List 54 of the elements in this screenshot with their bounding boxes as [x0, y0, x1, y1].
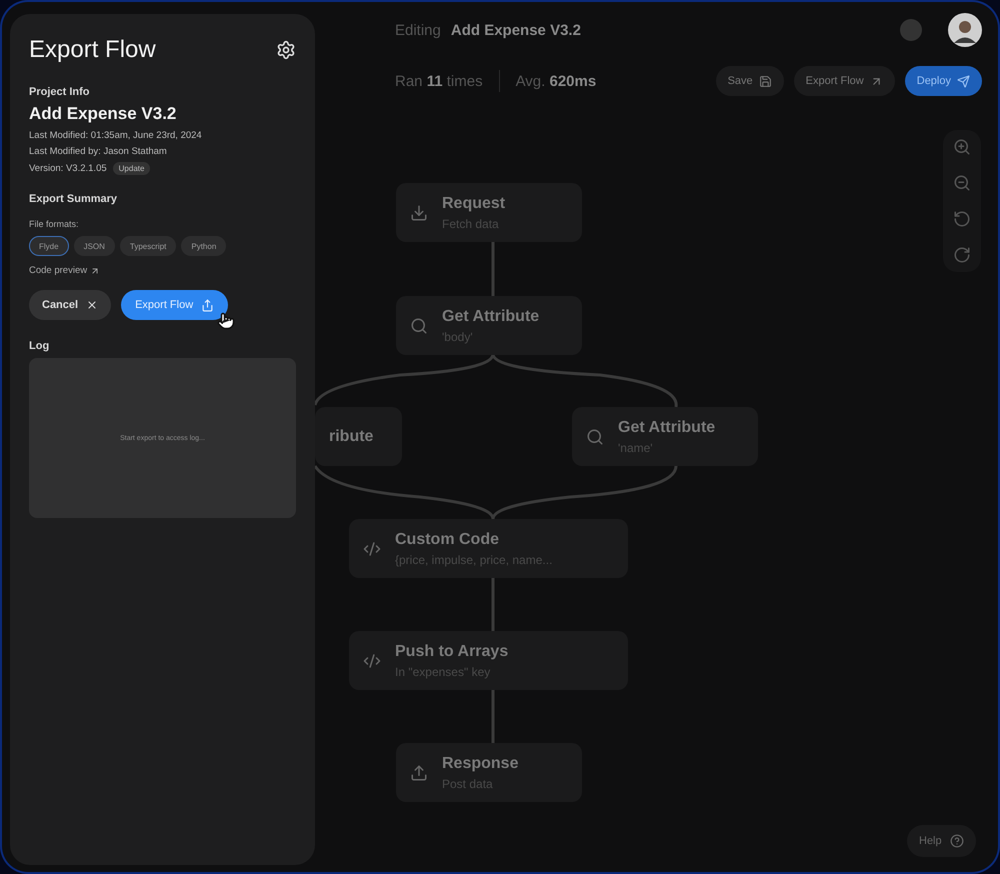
connector-line	[492, 578, 494, 631]
project-name: Add Expense V3.2	[29, 104, 178, 124]
code-preview-link[interactable]: Code preview	[29, 265, 100, 276]
format-chip[interactable]: Typescript	[120, 236, 176, 256]
meta-text: Last Modified: 01:35am, June 23rd, 2024	[29, 130, 202, 141]
search-icon	[586, 428, 604, 446]
cancel-button[interactable]: Cancel	[29, 290, 112, 320]
close-icon	[86, 299, 98, 311]
search-icon	[410, 316, 428, 334]
code-icon	[363, 652, 381, 670]
format-chip[interactable]: Flyde	[29, 236, 69, 256]
save-button[interactable]: Save	[716, 66, 784, 96]
download-icon	[410, 204, 428, 222]
save-icon	[758, 74, 772, 88]
node-title: Get Attribute	[442, 308, 540, 326]
zoom-out-icon	[953, 174, 971, 192]
connector-line	[492, 690, 494, 743]
panel-title: Export Flow	[29, 36, 156, 64]
node-title: ribute	[329, 428, 374, 446]
zoom-in-icon	[953, 138, 971, 156]
undo-icon	[953, 210, 971, 228]
node-title: Push to Arrays	[395, 642, 508, 660]
flow-node[interactable]: ribute	[315, 407, 402, 466]
deploy-button[interactable]: Deploy	[904, 66, 982, 96]
settings-button[interactable]	[276, 40, 296, 60]
avatar[interactable]	[948, 13, 982, 47]
send-icon	[957, 74, 970, 88]
flow-title: Add Expense V3.2	[450, 22, 581, 38]
meta-text: Last Modified by: Jason Statham	[29, 146, 167, 157]
export-button[interactable]: Export Flow	[794, 66, 895, 96]
help-button[interactable]: Help	[907, 825, 976, 857]
code-icon	[363, 540, 381, 558]
arrow-icon	[90, 266, 100, 276]
editing-label: Editing	[395, 22, 441, 38]
stat-text: Ran 11 times	[395, 72, 483, 90]
section-heading: Log	[29, 340, 50, 352]
format-chip[interactable]: JSON	[74, 236, 115, 256]
format-chip[interactable]: Python	[181, 236, 226, 256]
node-title: Request	[442, 194, 506, 212]
connector-line	[492, 242, 494, 296]
node-title: Response	[442, 754, 518, 772]
redo-icon	[953, 246, 971, 264]
help-icon	[950, 834, 964, 848]
meta-text: Version: V3.2.1.05	[29, 163, 107, 174]
section-heading: Project Info	[29, 86, 91, 98]
node-title: Custom Code	[395, 530, 500, 548]
section-heading: Export Summary	[29, 193, 118, 205]
node-title: Get Attribute	[618, 418, 716, 436]
stat-text: Avg. 620ms	[516, 72, 596, 90]
formats-label: File formats:	[29, 219, 80, 229]
update-badge[interactable]: Update	[112, 162, 150, 175]
share-icon	[201, 298, 214, 312]
hand-cursor-icon	[217, 312, 236, 330]
upload-icon	[410, 764, 428, 782]
